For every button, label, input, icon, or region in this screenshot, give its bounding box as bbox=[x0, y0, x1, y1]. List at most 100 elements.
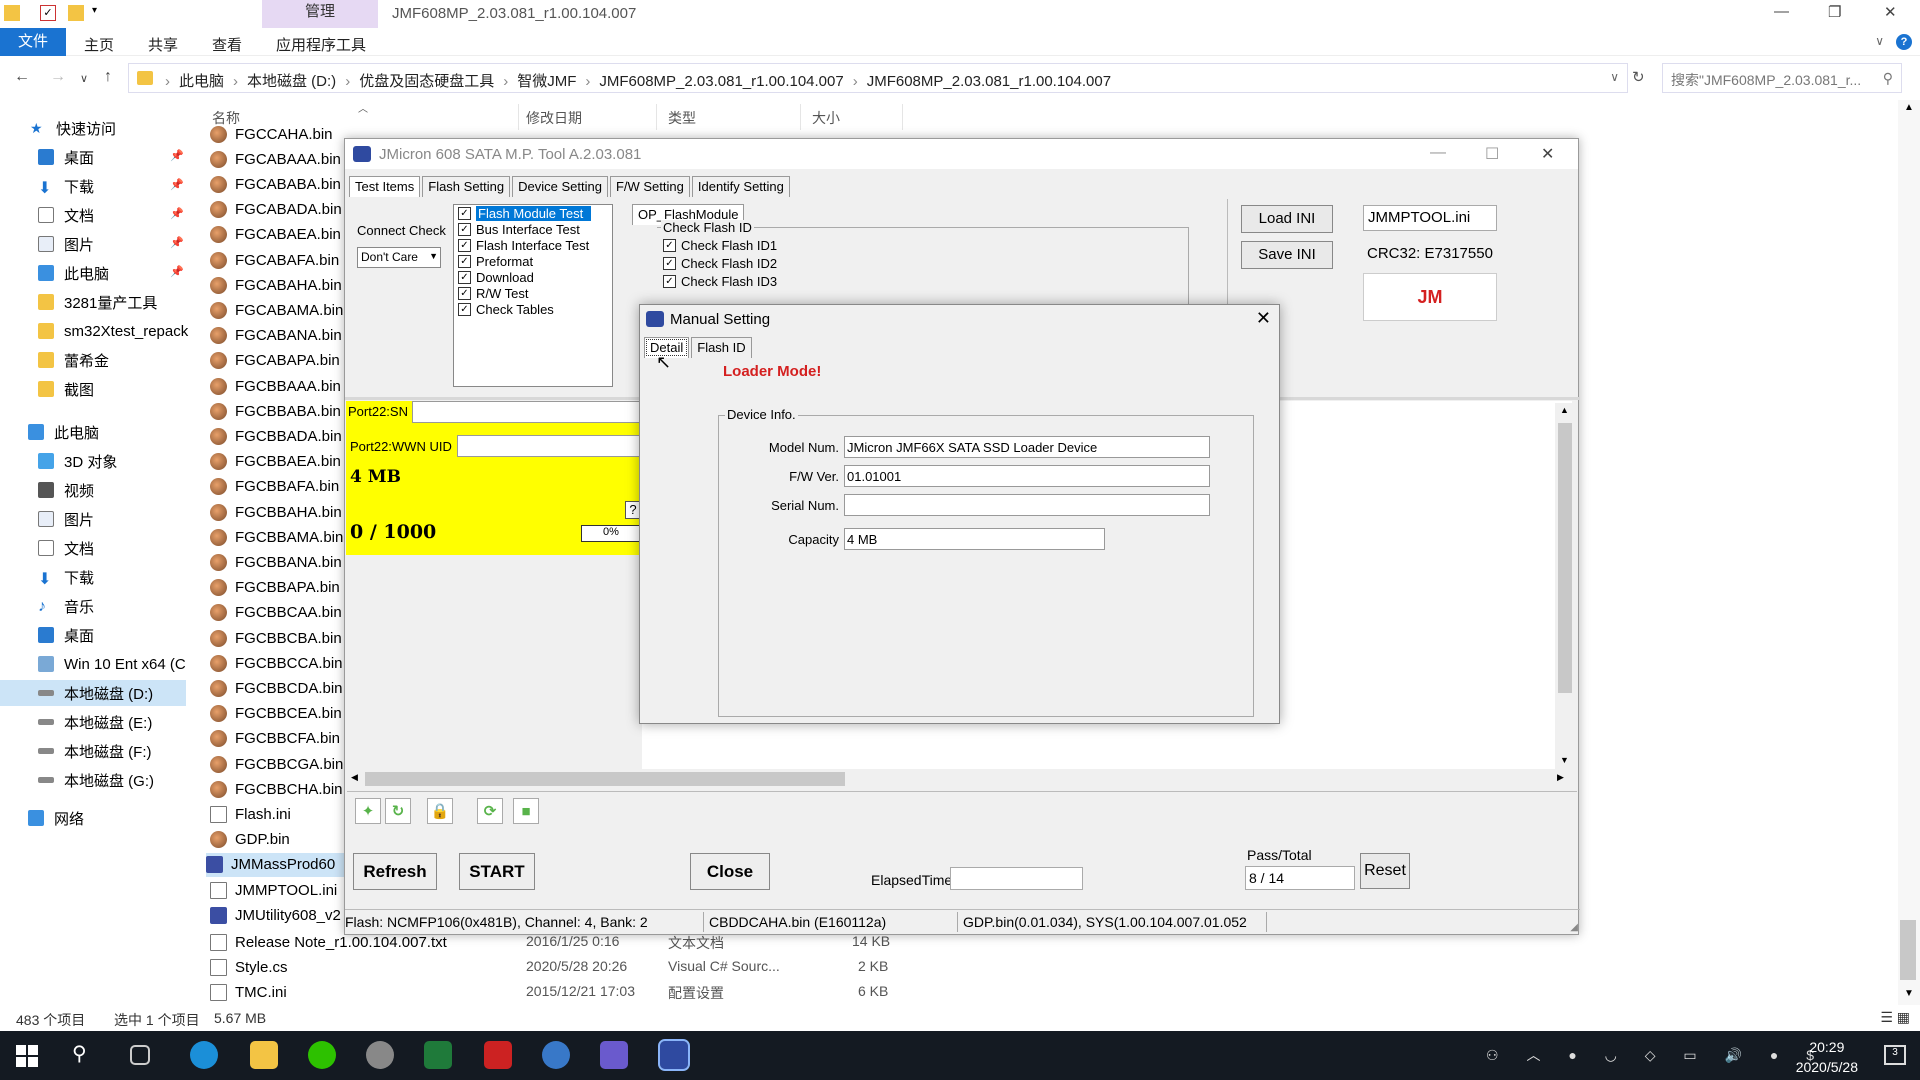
search-input[interactable]: 搜索"JMF608MP_2.03.081_r... ⚲ bbox=[1662, 63, 1902, 93]
checkbox-checked[interactable]: ✓ bbox=[663, 275, 676, 288]
reset-button[interactable]: Reset bbox=[1360, 853, 1410, 889]
tab-test-items[interactable]: Test Items bbox=[349, 176, 421, 197]
forward-icon[interactable]: → bbox=[50, 68, 66, 86]
test-item[interactable]: ✓ Preformat bbox=[458, 253, 612, 269]
check-flash-id2[interactable]: ✓ Check Flash ID2 bbox=[663, 256, 777, 271]
file-row[interactable]: FGCBBAPA.bin bbox=[210, 576, 340, 600]
close-button[interactable]: Close bbox=[690, 853, 770, 890]
chevron-down-icon[interactable]: ∨ bbox=[1875, 34, 1884, 48]
jmicron-app-icon[interactable] bbox=[658, 1039, 690, 1071]
model-field[interactable]: JMicron JMF66X SATA SSD Loader Device bbox=[844, 436, 1210, 458]
breadcrumb-item[interactable]: 此电脑 bbox=[179, 73, 224, 90]
file-row[interactable]: FGCBBCHA.bin bbox=[210, 777, 343, 801]
test-item[interactable]: ✓ Bus Interface Test bbox=[458, 221, 612, 237]
tab-flash-setting[interactable]: Flash Setting bbox=[422, 176, 511, 197]
column-divider[interactable] bbox=[902, 104, 903, 130]
nav-item-downloads[interactable]: ⬇ 下载 bbox=[38, 564, 94, 590]
search-icon[interactable]: ⚲ bbox=[1883, 70, 1893, 87]
scroll-down-icon[interactable]: ▼ bbox=[1560, 755, 1569, 765]
port-panel[interactable]: Port22:SN Port22:WWN UID 4 MB ? 0 / 1000… bbox=[346, 401, 642, 555]
file-row[interactable]: FGCCAHA.bin bbox=[210, 122, 333, 146]
connect-check-select[interactable]: Don't Care ▼ bbox=[357, 247, 441, 268]
file-row[interactable]: TMC.ini bbox=[210, 980, 287, 1004]
file-row[interactable]: FGCABAMA.bin bbox=[210, 298, 343, 322]
tab-file[interactable]: 文件 bbox=[0, 28, 66, 56]
up-icon[interactable]: ↑ bbox=[104, 68, 112, 86]
wechat-icon[interactable] bbox=[308, 1041, 336, 1069]
tab-flash-id[interactable]: Flash ID bbox=[691, 337, 752, 358]
nav-item-videos[interactable]: 视频 bbox=[38, 477, 94, 503]
nav-item-desktop[interactable]: 桌面 bbox=[38, 622, 94, 648]
system-tray[interactable]: ⚇ ︿ ● ◡ ◇ ▭ 🔊 ● $ bbox=[1486, 1045, 1826, 1065]
clock[interactable]: 20:29 2020/5/28 bbox=[1796, 1037, 1858, 1077]
checkbox-checked[interactable]: ✓ bbox=[458, 206, 471, 220]
manage-tab[interactable]: 管理 bbox=[262, 0, 378, 28]
nav-item-this-pc[interactable]: 此电脑 bbox=[38, 260, 109, 286]
file-explorer-icon[interactable] bbox=[250, 1041, 278, 1069]
file-row[interactable]: JMMassProd60 bbox=[206, 852, 348, 877]
test-item[interactable]: ✓ R/W Test bbox=[458, 285, 612, 301]
restore-icon[interactable]: ❐ bbox=[1828, 3, 1841, 21]
nav-item-music[interactable]: ♪ 音乐 bbox=[38, 593, 94, 619]
close-icon[interactable]: ✕ bbox=[1541, 144, 1554, 164]
checkbox-checked[interactable]: ✓ bbox=[663, 257, 676, 270]
help-icon[interactable]: ? bbox=[1896, 34, 1912, 50]
nav-this-pc[interactable]: 此电脑 bbox=[28, 419, 99, 445]
scroll-thumb[interactable] bbox=[1558, 423, 1572, 693]
breadcrumb-item[interactable]: 本地磁盘 (D:) bbox=[247, 73, 336, 90]
column-date[interactable]: 修改日期 bbox=[526, 108, 582, 128]
test-item[interactable]: ✓ Flash Module Test bbox=[458, 205, 612, 221]
nav-item-pictures[interactable]: 图片 bbox=[38, 231, 94, 257]
vertical-scrollbar[interactable]: ▲ ▼ bbox=[1555, 403, 1575, 769]
pin-icon[interactable]: 📌 bbox=[170, 265, 184, 278]
file-row[interactable]: FGCBBCCA.bin bbox=[210, 651, 343, 675]
breadcrumb-item[interactable]: 优盘及固态硬盘工具 bbox=[359, 73, 494, 90]
nav-item-drive-d[interactable]: 本地磁盘 (D:) bbox=[0, 680, 186, 706]
file-row[interactable]: FGCBBAAA.bin bbox=[210, 374, 341, 398]
horizontal-scrollbar[interactable]: ◀ ▶ bbox=[347, 769, 1573, 789]
properties-icon[interactable]: ✓ bbox=[40, 5, 56, 21]
fw-field[interactable]: 01.01001 bbox=[844, 465, 1210, 487]
nav-item-documents[interactable]: 文档 bbox=[38, 202, 94, 228]
column-divider[interactable] bbox=[518, 104, 519, 130]
tab-app-tools[interactable]: 应用程序工具 bbox=[276, 34, 366, 55]
file-row[interactable]: FGCBBCAA.bin bbox=[210, 601, 342, 625]
file-row[interactable]: FGCBBCBA.bin bbox=[210, 626, 342, 650]
refresh-icon[interactable]: ↻ bbox=[1632, 68, 1645, 86]
column-type[interactable]: 类型 bbox=[668, 108, 696, 128]
checkbox-checked[interactable]: ✓ bbox=[458, 222, 471, 236]
column-divider[interactable] bbox=[656, 104, 657, 130]
new-folder-icon[interactable] bbox=[68, 5, 84, 21]
scroll-right-icon[interactable]: ▶ bbox=[1557, 772, 1564, 783]
task-view-icon[interactable] bbox=[130, 1045, 150, 1065]
nav-item-folder[interactable]: 3281量产工具 bbox=[38, 289, 157, 315]
capacity-field[interactable]: 4 MB bbox=[844, 528, 1105, 550]
windows-start-icon[interactable] bbox=[16, 1045, 38, 1067]
pin-icon[interactable]: 📌 bbox=[170, 207, 184, 220]
column-size[interactable]: 大小 bbox=[812, 108, 840, 128]
chevron-down-icon[interactable]: ∨ bbox=[1610, 70, 1619, 84]
file-row[interactable]: Style.cs bbox=[210, 955, 288, 979]
load-ini-button[interactable]: Load INI bbox=[1241, 205, 1333, 233]
address-bar[interactable]: › 此电脑 › 本地磁盘 (D:) › 优盘及固态硬盘工具 › 智微JMF › JMF608MP_… bbox=[128, 63, 1628, 93]
file-row[interactable]: FGCBBAMA.bin bbox=[210, 525, 343, 549]
search-icon[interactable]: ⚲ bbox=[72, 1041, 100, 1069]
ini-file-field[interactable]: JMMPTOOL.ini bbox=[1363, 205, 1497, 231]
pin-icon[interactable]: 📌 bbox=[170, 149, 184, 162]
minimize-icon[interactable]: — bbox=[1774, 3, 1789, 20]
nav-item-documents[interactable]: 文档 bbox=[38, 535, 94, 561]
column-divider[interactable] bbox=[800, 104, 801, 130]
cycle-icon[interactable]: ↻ bbox=[385, 798, 411, 824]
checkbox-checked[interactable]: ✓ bbox=[458, 270, 471, 284]
save-ini-button[interactable]: Save INI bbox=[1241, 241, 1333, 269]
file-row[interactable]: FGCBBAFA.bin bbox=[210, 475, 339, 499]
scroll-down-icon[interactable]: ▼ bbox=[1904, 988, 1914, 999]
nav-item-folder[interactable]: 截图 bbox=[38, 376, 94, 402]
excel-icon[interactable] bbox=[424, 1041, 452, 1069]
check-flash-id1[interactable]: ✓ Check Flash ID1 bbox=[663, 238, 777, 253]
serial-field[interactable] bbox=[844, 494, 1210, 516]
file-row[interactable]: FGCBBABA.bin bbox=[210, 399, 341, 423]
reload-icon[interactable]: ⟳ bbox=[477, 798, 503, 824]
details-view-icon[interactable]: ☰ ▦ bbox=[1880, 1009, 1910, 1026]
file-row[interactable]: FGCABABA.bin bbox=[210, 172, 341, 196]
